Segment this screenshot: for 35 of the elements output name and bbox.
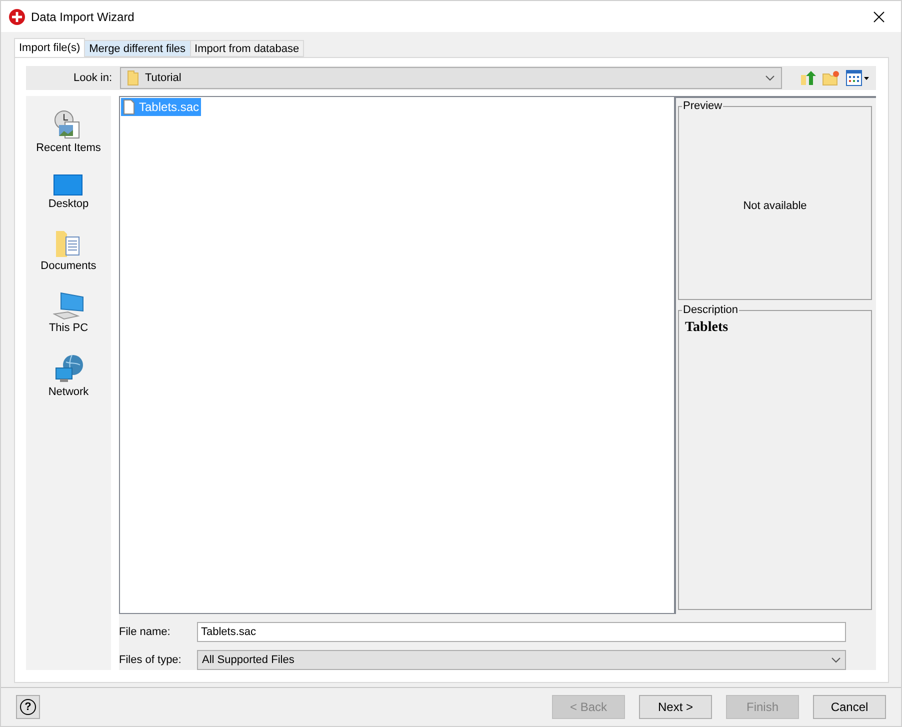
preview-text: Not available (743, 200, 807, 212)
file-type-label: Files of type: (119, 654, 182, 666)
tab[interactable]: Merge different files (84, 40, 191, 57)
file-name-label: File name: (119, 626, 172, 638)
wizard-button[interactable]: Next > (639, 695, 712, 719)
window-title: Data Import Wizard (31, 10, 136, 24)
wizard-button[interactable]: Cancel (813, 695, 886, 719)
file-type-dropdown[interactable]: All Supported Files (197, 650, 846, 670)
file-name-field[interactable]: Tablets.sac (197, 622, 846, 642)
description-title: Description (682, 304, 740, 316)
file-icon (123, 99, 135, 115)
tab[interactable]: Import from database (190, 40, 304, 57)
look-in-dropdown[interactable]: Tutorial (120, 67, 782, 89)
app-logo-icon (9, 8, 25, 24)
view-menu-icon[interactable] (846, 70, 870, 86)
preview-title: Preview (682, 100, 724, 112)
globe-computer-icon (54, 354, 84, 384)
new-folder-icon[interactable] (822, 70, 840, 86)
place-item[interactable]: Network (48, 354, 89, 398)
folder-icon (127, 70, 139, 86)
folder-up-icon[interactable] (800, 70, 816, 86)
chevron-down-icon (765, 75, 775, 81)
computer-icon (52, 292, 84, 320)
place-item[interactable]: This PC (48, 292, 88, 334)
chevron-down-icon (831, 657, 841, 663)
folder-document-icon (55, 230, 82, 258)
close-icon (873, 10, 885, 22)
place-item[interactable]: Documents (40, 230, 96, 272)
place-item[interactable]: Recent Items (36, 110, 101, 154)
monitor-icon (53, 174, 84, 196)
look-in-label: Look in: (72, 72, 112, 84)
place-item[interactable]: Desktop (48, 174, 89, 210)
help-button[interactable]: ? (16, 695, 40, 719)
tab[interactable]: Import file(s) (14, 38, 86, 57)
description-text: Tablets (685, 320, 730, 336)
